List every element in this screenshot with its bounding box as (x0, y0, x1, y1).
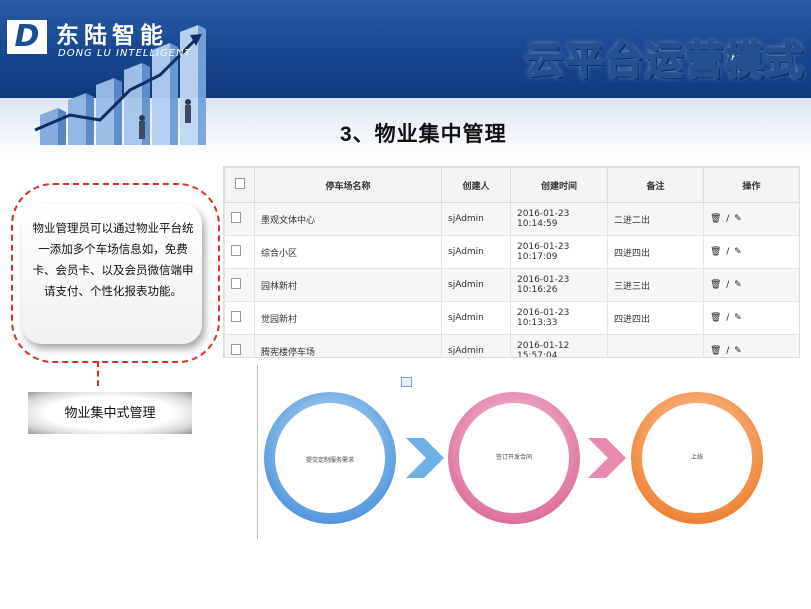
speech-bubble-tail (97, 361, 99, 386)
column-header-time: 创建时间 (510, 167, 608, 203)
row-checkbox[interactable] (224, 301, 255, 335)
table-header-row: 停车场名称 创建人 创建时间 备注 操作 (224, 167, 799, 203)
checkbox-icon (234, 178, 245, 189)
step-label-3: 上线 (690, 454, 703, 461)
checkbox-icon (231, 212, 241, 223)
cell-time: 2016-01-23 10:13:33 (510, 301, 608, 335)
cell-creator: sjAdmin (441, 268, 511, 302)
cell-name: 综合小区 (254, 235, 442, 269)
table-row: 综合小区 sjAdmin 2016-01-23 10:17:09 四进四出 🗑 … (224, 235, 799, 269)
row-actions[interactable]: 🗑 / ✎ (703, 202, 799, 236)
cell-time: 2016-01-12 15:57:04 (510, 334, 608, 357)
flow-arrow-2 (588, 438, 626, 478)
checkbox-icon (231, 311, 241, 322)
cell-time: 2016-01-23 10:17:09 (510, 235, 608, 269)
cell-creator: sjAdmin (441, 301, 511, 335)
row-actions[interactable]: 🗑 / ✎ (703, 268, 799, 302)
section-title: 3、物业集中管理 (340, 123, 507, 146)
row-checkbox[interactable] (224, 334, 255, 357)
row-actions[interactable]: 🗑 / ✎ (703, 301, 799, 335)
caption-label: 物业集中式管理 (64, 406, 156, 421)
step-label-2: 签订开发合同 (495, 454, 532, 461)
row-actions[interactable]: 🗑 / ✎ (703, 334, 799, 357)
cell-name: 园林新村 (254, 268, 442, 302)
column-header-ops: 操作 (703, 167, 799, 203)
step-label-1: 提交定制服务需求 (305, 457, 354, 464)
logo-text-en: DONG LU INTELLIGENT (58, 48, 192, 59)
row-checkbox[interactable] (224, 202, 255, 236)
table-row: 觉园新村 sjAdmin 2016-01-23 10:13:33 四进四出 🗑 … (224, 301, 799, 335)
table-row: 墨观文体中心 sjAdmin 2016-01-23 10:14:59 二进二出 … (224, 202, 799, 236)
checkbox-icon (231, 278, 241, 289)
column-header-name: 停车场名称 (254, 167, 442, 203)
cell-note: 四进四出 (607, 235, 704, 269)
cell-name: 觉园新村 (254, 301, 442, 335)
table-row: 腾宪楼停车场 sjAdmin 2016-01-12 15:57:04 🗑 / ✎ (224, 334, 799, 357)
cell-time: 2016-01-23 10:16:26 (510, 268, 608, 302)
cell-note: 四进四出 (607, 301, 704, 335)
select-all-checkbox[interactable] (224, 167, 255, 203)
banner-title: 云平台运营模式 (524, 38, 805, 84)
logo-text-cn: 东陆智能 (56, 23, 168, 49)
cell-time: 2016-01-23 10:14:59 (510, 202, 608, 236)
checkbox-icon (231, 344, 241, 355)
cell-creator: sjAdmin (441, 235, 511, 269)
row-checkbox[interactable] (224, 268, 255, 302)
cell-note: 二进二出 (607, 202, 704, 236)
parking-lot-table: 停车场名称 创建人 创建时间 备注 操作 墨观文体中心 sjAdmin 2016… (223, 166, 800, 358)
logo-mark: D (7, 20, 47, 54)
cell-name: 墨观文体中心 (254, 202, 442, 236)
row-checkbox[interactable] (224, 235, 255, 269)
checkbox-icon (231, 245, 241, 256)
column-header-creator: 创建人 (441, 167, 511, 203)
speech-bubble-text: 物业管理员可以通过物业平台统一添加多个车场信息如，免费卡、会员卡、以及会员微信端… (22, 204, 202, 344)
table-row: 园林新村 sjAdmin 2016-01-23 10:16:26 三进三出 🗑 … (224, 268, 799, 302)
cell-creator: sjAdmin (441, 202, 511, 236)
column-header-note: 备注 (607, 167, 704, 203)
cell-note: 三进三出 (607, 268, 704, 302)
flow-arrow-1 (406, 438, 444, 478)
cell-name: 腾宪楼停车场 (254, 334, 442, 357)
row-actions[interactable]: 🗑 / ✎ (703, 235, 799, 269)
cell-note (607, 334, 704, 357)
cell-creator: sjAdmin (441, 334, 511, 357)
